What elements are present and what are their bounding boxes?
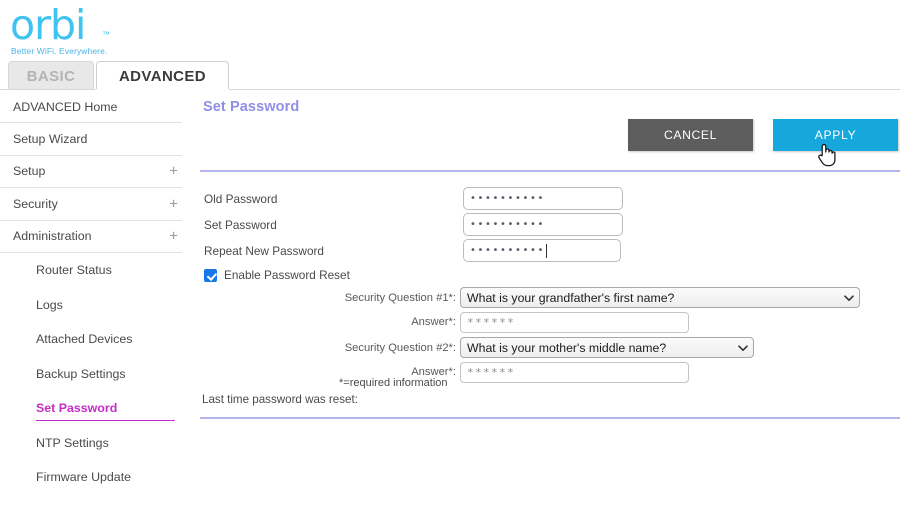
checkmark-icon [204,268,217,282]
orbi-logo: orbi ™ Better WiFi. Everywhere. [8,4,198,56]
sidebar-subitem-label: Firmware Update [36,470,132,485]
sidebar-item-advanced-home[interactable]: ADVANCED Home [0,91,182,124]
security-question-2-select[interactable]: What is your mother's middle name? [460,337,754,358]
repeat-password-value: •••••••••• [470,244,545,256]
old-password-value: •••••••••• [470,192,545,204]
section-divider-top [200,170,900,172]
trademark-symbol: ™ [102,30,110,39]
sidebar-subitem-label: Attached Devices [36,332,133,347]
sidebar-item-label: Setup [13,164,46,179]
apply-button[interactable]: APPLY [773,119,898,151]
page-title: Set Password [203,99,300,115]
logo-tagline: Better WiFi. Everywhere. [11,46,108,56]
sidebar-subitem-label: Logs [36,297,63,312]
old-password-input[interactable]: •••••••••• [463,187,623,210]
security-question-2-label: Security Question #2*: [344,342,456,354]
sidebar-item-security[interactable]: Security + [0,188,182,221]
sidebar-item-attached-devices[interactable]: Attached Devices [0,322,195,357]
chevron-down-icon [844,293,854,301]
answer-1-label: Answer*: [411,316,456,328]
sidebar-nav: ADVANCED Home Setup Wizard Setup + Secur… [0,91,195,506]
security-question-1-select[interactable]: What is your grandfather's first name? [460,287,860,308]
enable-password-reset-checkbox[interactable]: Enable Password Reset [204,268,350,282]
old-password-label: Old Password [204,192,278,206]
answer-1-value: ****** [467,316,516,329]
sidebar-item-set-password[interactable]: Set Password [0,391,195,426]
repeat-password-input[interactable]: •••••••••• [463,239,621,262]
last-password-reset-label: Last time password was reset: [202,393,358,406]
required-information-note: *=required information [339,377,448,389]
sidebar-item-ntp-settings[interactable]: NTP Settings [0,425,195,460]
main-content: Set Password CANCEL APPLY Old Password •… [195,91,900,506]
set-password-value: •••••••••• [470,218,545,230]
sidebar-item-firmware-update[interactable]: Firmware Update [0,460,195,495]
sidebar-subitem-label: NTP Settings [36,435,109,450]
cancel-button[interactable]: CANCEL [628,119,753,151]
security-question-1-label: Security Question #1*: [344,292,456,304]
answer-1-input[interactable]: ****** [460,312,689,333]
main-tabbar: BASIC ADVANCED [0,61,900,91]
sidebar-subitem-label: Backup Settings [36,366,126,381]
sidebar-subitem-label: Router Status [36,263,112,278]
sidebar-item-label: Administration [13,229,92,244]
section-divider-bottom [200,417,900,419]
plus-icon[interactable]: + [169,164,178,179]
sidebar-item-setup-wizard[interactable]: Setup Wizard [0,123,182,156]
plus-icon[interactable]: + [169,229,178,244]
sidebar-item-label: ADVANCED Home [13,99,118,114]
sidebar-item-administration[interactable]: Administration + [0,221,182,253]
security-question-1-value: What is your grandfather's first name? [467,290,675,305]
sidebar-item-label: Security [13,196,58,211]
tab-basic[interactable]: BASIC [8,61,94,90]
chevron-down-icon [738,343,748,351]
answer-2-value: ****** [467,366,516,379]
sidebar-item-backup-settings[interactable]: Backup Settings [0,356,195,391]
security-question-2-value: What is your mother's middle name? [467,340,667,355]
orbi-router-admin-page: orbi ™ Better WiFi. Everywhere. BASIC AD… [0,0,900,506]
sidebar-item-logs[interactable]: Logs [0,287,195,322]
repeat-password-label: Repeat New Password [204,244,324,258]
plus-icon[interactable]: + [169,196,178,211]
answer-2-input[interactable]: ****** [460,362,689,383]
set-password-label: Set Password [204,218,277,232]
sidebar-item-label: Setup Wizard [13,132,88,147]
set-password-input[interactable]: •••••••••• [463,213,623,236]
sidebar-item-setup[interactable]: Setup + [0,156,182,189]
enable-password-reset-label: Enable Password Reset [224,268,350,282]
tab-advanced[interactable]: ADVANCED [96,61,229,90]
sidebar-item-router-status[interactable]: Router Status [0,253,195,288]
text-caret [545,243,547,258]
logo-wordmark: orbi [10,1,86,49]
sidebar-subitem-label: Set Password [36,401,118,416]
